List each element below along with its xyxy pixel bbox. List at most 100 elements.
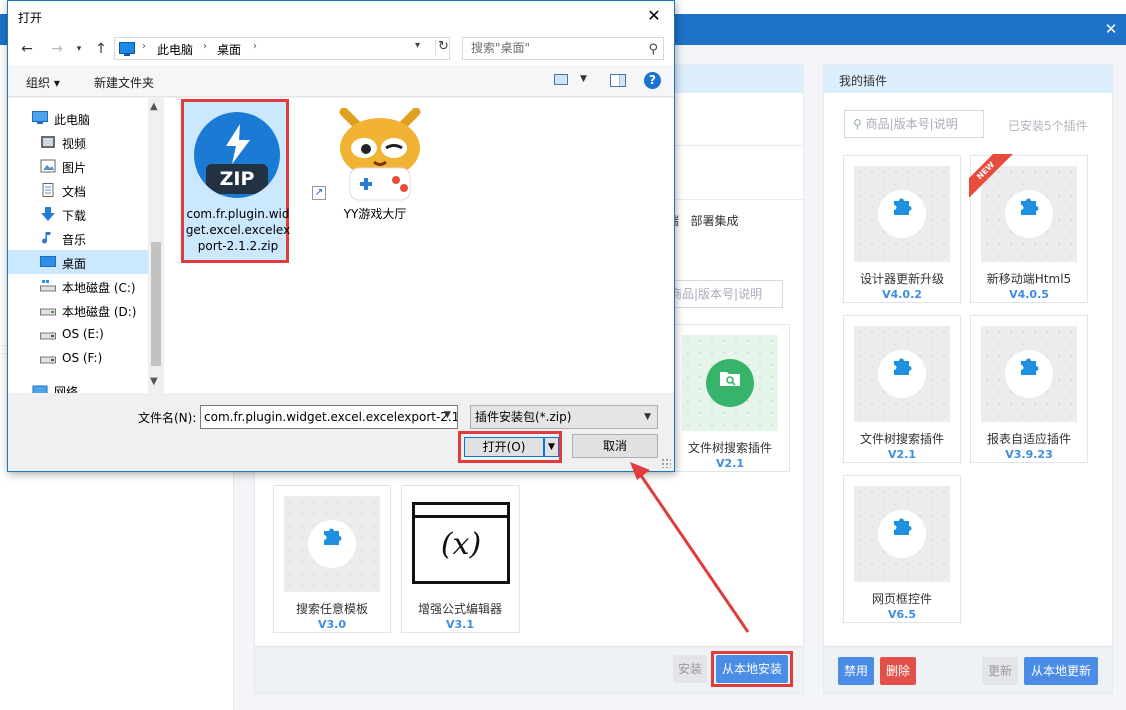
file-search-icon xyxy=(706,359,754,407)
plugin-name: 文件树搜索插件 xyxy=(687,441,772,455)
network-icon xyxy=(32,385,48,393)
store-footer: 安装 从本地安装 xyxy=(255,646,803,693)
store-plugin-card[interactable]: 文件树搜索插件 V2.1 xyxy=(671,324,790,472)
filename-label: 文件名(N): xyxy=(138,411,197,425)
my-plugin-card[interactable]: 设计器更新升级 V4.0.2 xyxy=(843,155,961,303)
up-arrow-icon[interactable]: ↑ xyxy=(92,40,110,58)
computer-icon xyxy=(119,42,135,56)
nav-item-network[interactable]: 网络 xyxy=(8,378,148,393)
chevron-right-icon[interactable]: › xyxy=(253,41,257,52)
nav-label: 此电脑 xyxy=(54,113,91,127)
plugin-version: V4.0.5 xyxy=(1009,288,1049,301)
my-plugin-card[interactable]: 网页框控件 V6.5 xyxy=(843,475,961,623)
drive-icon xyxy=(40,308,56,316)
dialog-navbar: ← → ▾ ↑ › 此电脑 › 桌面 › ▾ ↻ 搜索"桌面" ⚲ xyxy=(8,32,674,65)
dialog-close-button[interactable]: ✕ xyxy=(644,6,664,26)
app-close-button[interactable]: ✕ xyxy=(1102,20,1120,38)
nav-scrollbar[interactable]: ▲ ▼ xyxy=(148,98,164,393)
nav-label: OS (F:) xyxy=(62,351,103,365)
plugin-version: V2.1 xyxy=(888,448,916,461)
chevron-down-icon[interactable]: ▼ xyxy=(150,376,158,387)
new-badge: NEW xyxy=(969,154,1015,200)
chevron-down-icon[interactable]: ▼ xyxy=(644,406,651,428)
my-plugins-search-input[interactable]: ⚲ 商品|版本号|说明 xyxy=(844,110,984,138)
puzzle-icon xyxy=(878,510,926,558)
dialog-search-input[interactable]: 搜索"桌面" ⚲ xyxy=(462,37,664,60)
chevron-right-icon[interactable]: › xyxy=(142,41,146,52)
nav-item-drive-c[interactable]: 本地磁盘 (C:) xyxy=(8,274,148,298)
documents-folder-icon xyxy=(42,183,54,197)
nav-item-this-pc[interactable]: 此电脑 xyxy=(8,106,148,130)
plugin-version: V4.0.2 xyxy=(882,288,922,301)
nav-item-pictures[interactable]: 图片 xyxy=(8,154,148,178)
nav-item-desktop[interactable]: 桌面 xyxy=(8,250,148,274)
nav-label: 图片 xyxy=(62,161,87,175)
open-button[interactable]: 打开(O) xyxy=(464,437,544,457)
search-icon[interactable]: ⚲ xyxy=(648,39,658,60)
chevron-down-icon[interactable]: ▼ xyxy=(444,410,451,420)
computer-icon xyxy=(32,111,48,124)
help-icon[interactable]: ? xyxy=(644,72,661,89)
update-local-button[interactable]: 从本地更新 xyxy=(1024,657,1098,685)
history-dropdown-icon[interactable]: ▾ xyxy=(70,40,88,58)
new-badge-label: NEW xyxy=(969,154,1015,200)
chevron-up-icon[interactable]: ▲ xyxy=(150,101,158,112)
nav-item-downloads[interactable]: 下载 xyxy=(8,202,148,226)
download-icon xyxy=(41,207,55,221)
my-plugins-header: 我的插件 xyxy=(824,65,1112,93)
plugin-thumbnail xyxy=(854,326,950,422)
search-icon: ⚲ xyxy=(853,117,866,131)
cancel-button[interactable]: 取消 xyxy=(572,434,658,458)
disable-button[interactable]: 禁用 xyxy=(838,657,874,685)
chevron-down-icon[interactable]: ▼ xyxy=(580,74,587,84)
breadcrumb-this-pc[interactable]: 此电脑 xyxy=(157,41,193,58)
file-item-zip[interactable]: ZIP com.fr.plugin.widget.excel.excelexpo… xyxy=(181,99,290,263)
pictures-folder-icon xyxy=(40,159,56,173)
back-arrow-icon[interactable]: ← xyxy=(18,40,36,58)
open-split-dropdown[interactable]: ▼ xyxy=(544,437,559,457)
my-plugins-footer: 禁用 删除 更新 从本地更新 xyxy=(824,646,1112,693)
nav-item-drive-f[interactable]: OS (F:) xyxy=(8,346,148,370)
breadcrumb-desktop[interactable]: 桌面 xyxy=(217,41,241,58)
organize-button[interactable]: 组织 ▾ xyxy=(26,74,60,91)
delete-button[interactable]: 删除 xyxy=(880,657,916,685)
install-local-button[interactable]: 从本地安装 xyxy=(716,655,788,683)
filetype-select[interactable]: 插件安装包(*.zip) ▼ xyxy=(470,405,658,429)
nav-item-drive-d[interactable]: 本地磁盘 (D:) xyxy=(8,298,148,322)
dialog-bottom-bar: 文件名(N): com.fr.plugin.widget.excel.excel… xyxy=(8,393,674,471)
install-button[interactable]: 安装 xyxy=(673,655,707,683)
view-mode-icon[interactable] xyxy=(554,74,568,85)
store-search-input[interactable]: 商品|版本号|说明 xyxy=(659,280,783,308)
store-plugin-card[interactable]: (x) 增强公式编辑器 V3.1 xyxy=(401,485,520,633)
nav-item-documents[interactable]: 文档 xyxy=(8,178,148,202)
file-list-pane: ZIP com.fr.plugin.widget.excel.excelexpo… xyxy=(164,98,674,393)
nav-item-music[interactable]: 音乐 xyxy=(8,226,148,250)
nav-item-videos[interactable]: 视频 xyxy=(8,130,148,154)
plugin-name: 网页框控件 xyxy=(871,592,932,606)
chevron-right-icon[interactable]: › xyxy=(203,41,207,52)
refresh-icon[interactable]: ↻ xyxy=(435,39,451,57)
video-folder-icon xyxy=(41,136,55,148)
file-item-shortcut[interactable]: ↗ YY游戏大厅 xyxy=(310,102,440,266)
filename-input[interactable]: com.fr.plugin.widget.excel.excelexport-2… xyxy=(200,405,458,429)
address-bar[interactable]: › 此电脑 › 桌面 › ▾ ↻ xyxy=(114,37,450,60)
plugin-version: V2.1 xyxy=(716,457,744,470)
zip-file-icon: ZIP xyxy=(194,112,280,198)
my-plugin-card[interactable]: 文件树搜索插件 V2.1 xyxy=(843,315,961,463)
store-plugin-card[interactable]: 搜索任意模板 V3.0 xyxy=(273,485,391,633)
nav-item-drive-e[interactable]: OS (E:) xyxy=(8,322,148,346)
new-folder-button[interactable]: 新建文件夹 xyxy=(94,74,154,91)
navigation-pane: 此电脑 视频 图片 文档 下载 音乐 桌面 本地磁盘 (C:) 本地磁盘 (D:… xyxy=(8,98,164,393)
preview-pane-icon[interactable] xyxy=(610,74,626,87)
plugin-thumbnail xyxy=(981,326,1077,422)
nav-label: 本地磁盘 (C:) xyxy=(62,281,136,295)
my-plugin-card[interactable]: NEW 新移动端Html5 V4.0.5 xyxy=(969,154,1088,303)
store-category-tabs[interactable]: 端 部署集成 xyxy=(667,212,738,229)
forward-arrow-icon[interactable]: → xyxy=(48,40,66,58)
resize-grip[interactable] xyxy=(661,458,671,468)
puzzle-icon xyxy=(878,350,926,398)
update-button[interactable]: 更新 xyxy=(982,657,1018,685)
scrollbar-thumb[interactable] xyxy=(151,242,161,366)
chevron-down-icon[interactable]: ▾ xyxy=(415,40,420,51)
my-plugin-card[interactable]: 报表自适应插件 V3.9.23 xyxy=(970,315,1088,463)
